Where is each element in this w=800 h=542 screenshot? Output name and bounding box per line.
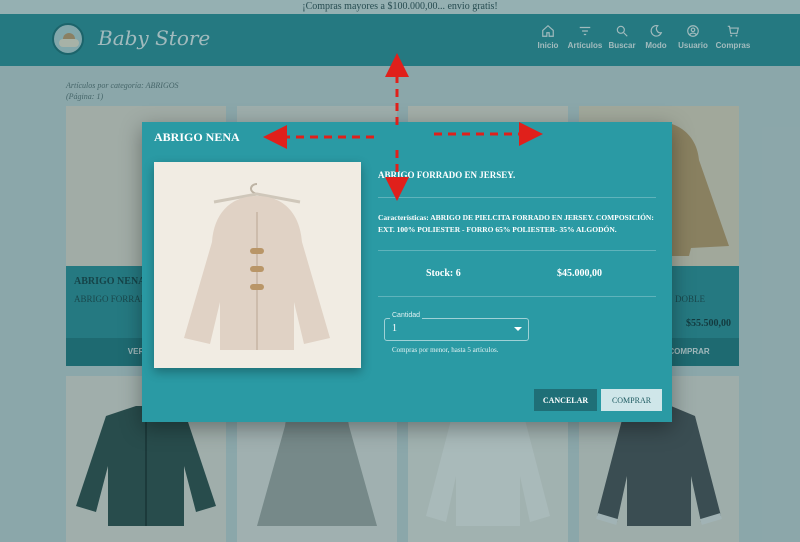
quantity-helper-text: Compras por menor, hasta 5 artículos. <box>392 346 499 354</box>
quantity-label: Cantidad <box>390 312 423 319</box>
product-description: ABRIGO FORRADO EN JERSEY. <box>378 170 516 180</box>
stock-label: Stock: 6 <box>426 268 461 279</box>
divider <box>378 250 656 251</box>
product-modal: ABRIGO NENA ABRIGO FORRADO EN JERSEY. Ca… <box>142 122 672 422</box>
quantity-value: 1 <box>392 323 397 334</box>
quantity-select[interactable] <box>384 318 529 341</box>
modal-price: $45.000,00 <box>557 268 602 279</box>
fur-coat-image <box>154 162 361 368</box>
buy-button[interactable]: COMPRAR <box>601 389 662 411</box>
chevron-down-icon[interactable] <box>514 327 522 331</box>
product-features: Características: ABRIGO DE PIELCITA FORR… <box>378 213 654 234</box>
modal-title: ABRIGO NENA <box>154 130 240 144</box>
cancel-button[interactable]: CANCELAR <box>534 389 597 411</box>
divider <box>378 296 656 297</box>
divider <box>378 197 656 198</box>
product-photo <box>154 162 361 368</box>
